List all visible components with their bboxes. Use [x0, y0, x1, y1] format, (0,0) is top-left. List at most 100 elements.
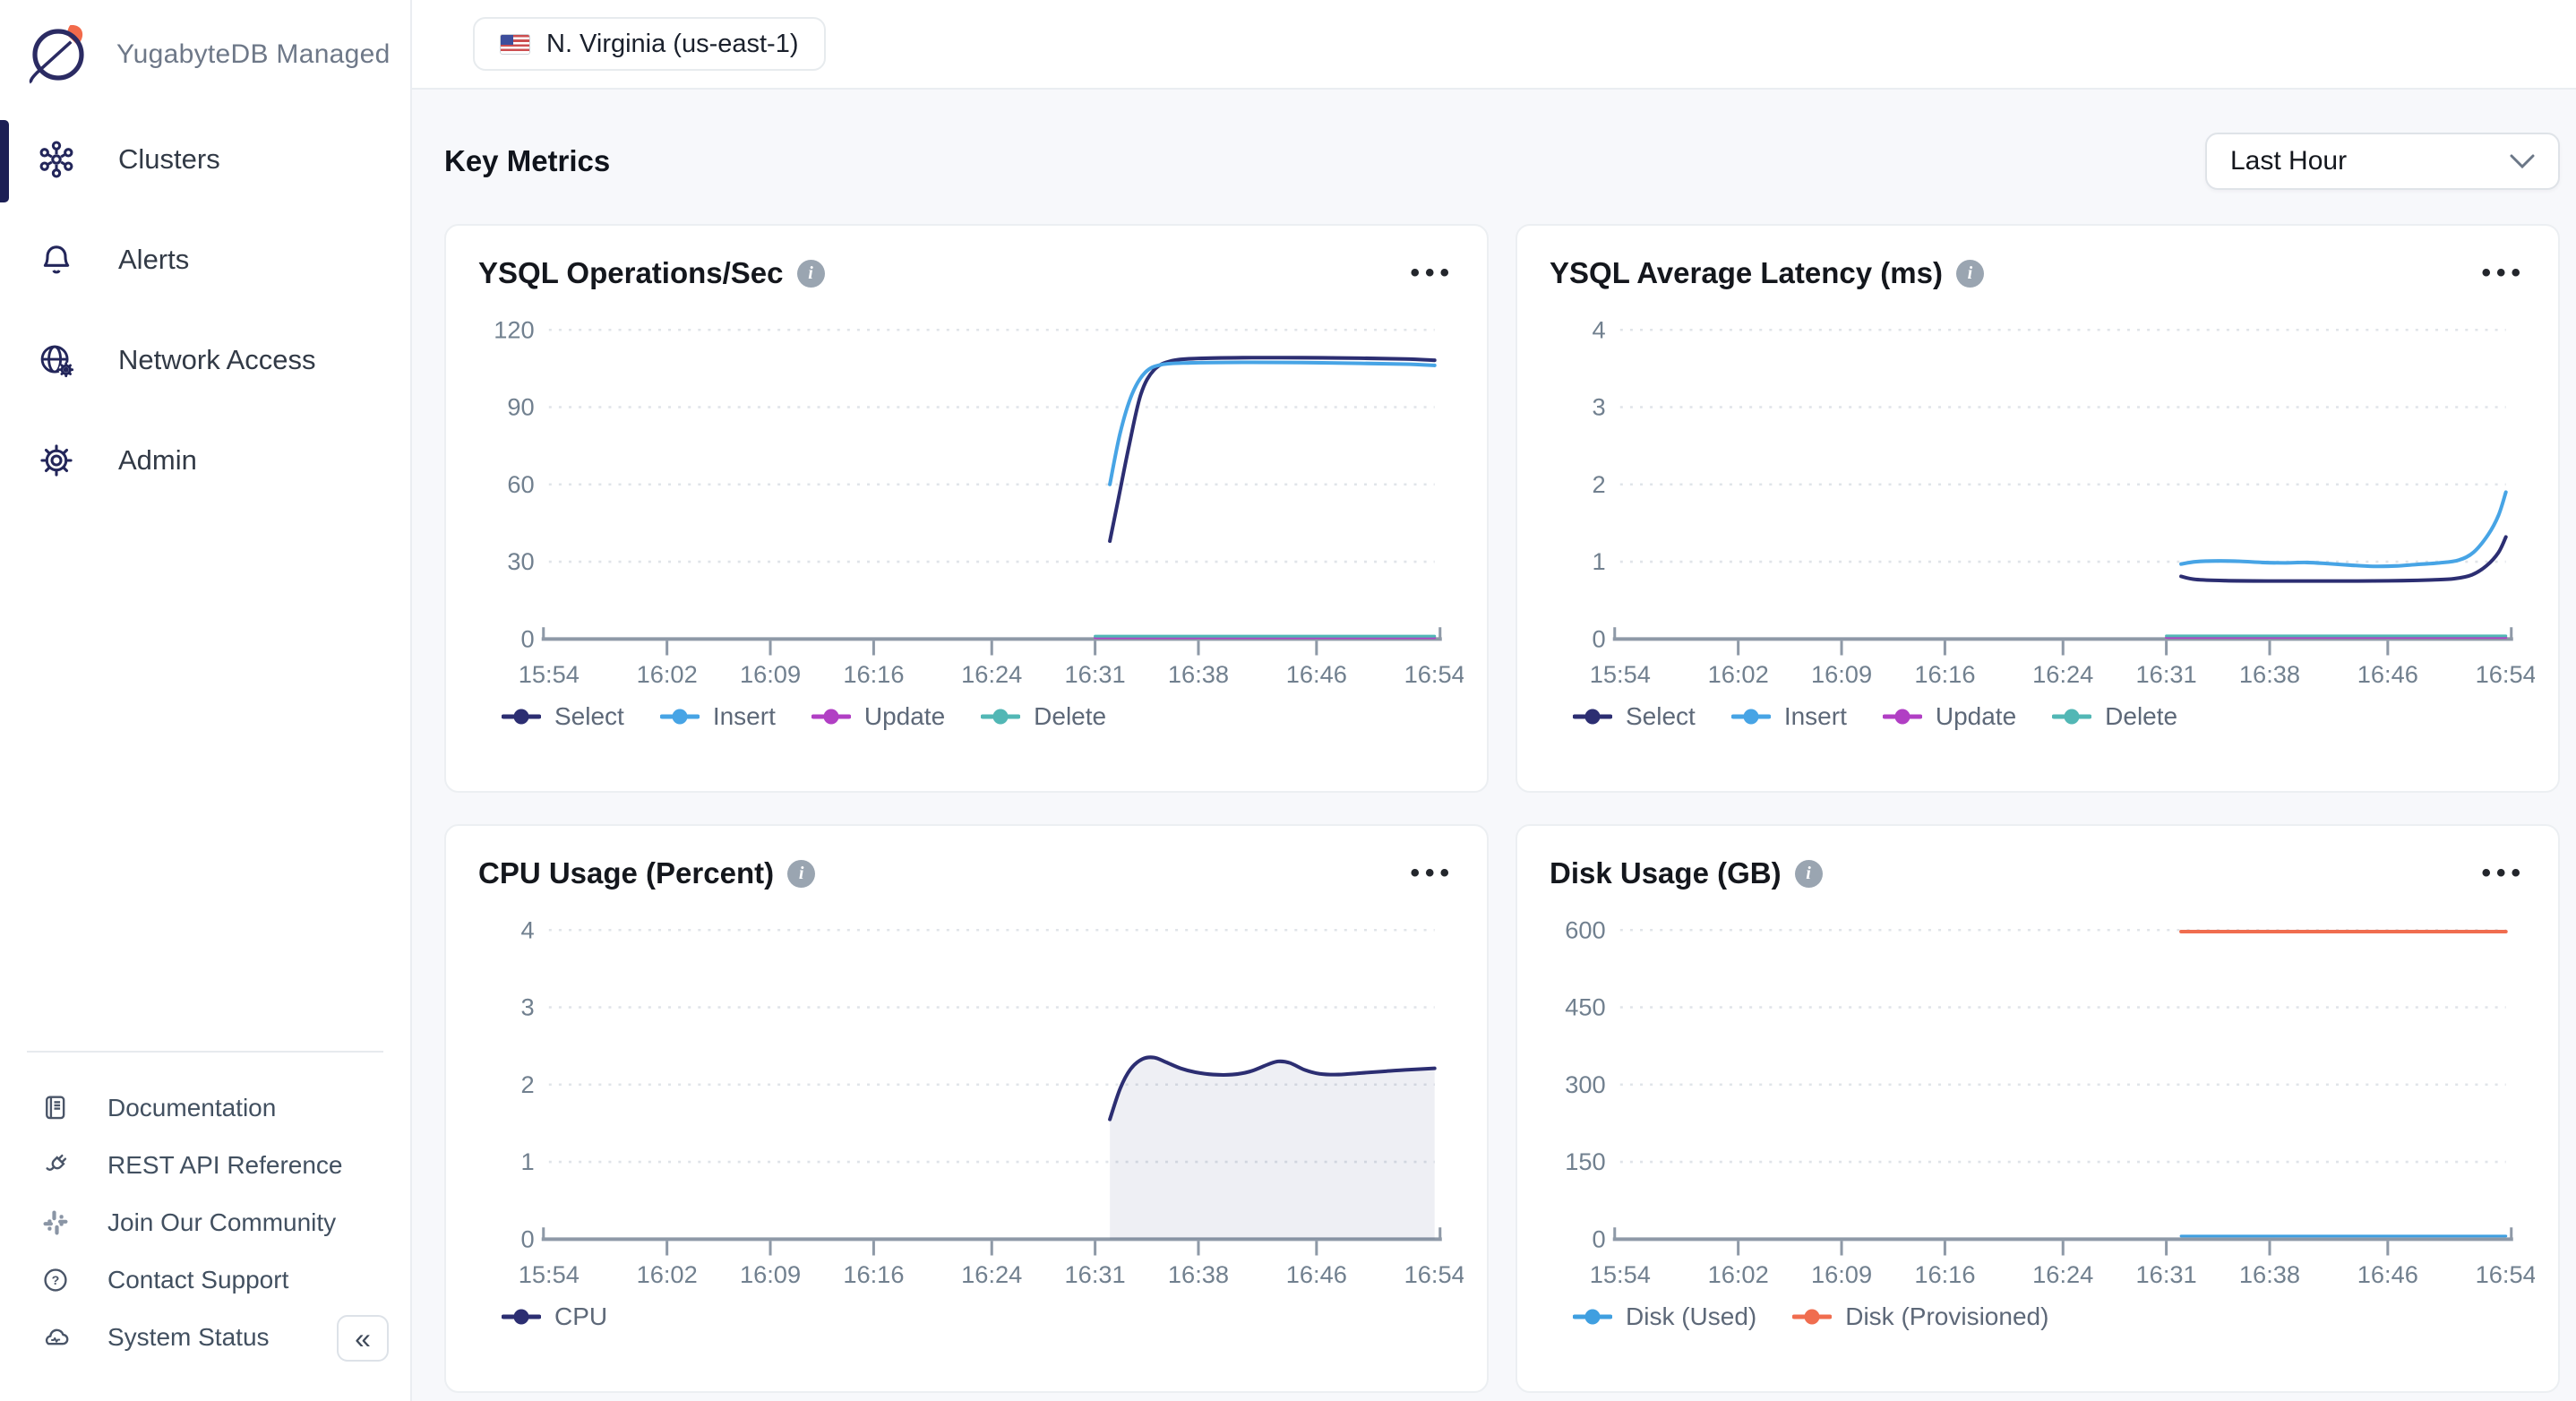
card-ysql-latency: YSQL Average Latency (ms) i ••• 0123415:…	[1516, 224, 2560, 793]
svg-text:3: 3	[521, 993, 535, 1021]
svg-text:0: 0	[521, 1225, 535, 1252]
info-icon[interactable]: i	[1795, 860, 1823, 888]
card-menu-button[interactable]: •••	[1410, 860, 1455, 887]
svg-text:60: 60	[507, 470, 534, 498]
chart-title: CPU Usage (Percent)	[478, 856, 774, 890]
primary-nav: Clusters Alerts	[0, 109, 410, 511]
legend-label: Select	[554, 702, 624, 731]
topbar: N. Virginia (us-east-1)	[412, 0, 2576, 90]
svg-text:16:02: 16:02	[637, 1260, 698, 1288]
chart-ysql-operations: 030609012015:5416:0216:0916:1616:2416:31…	[469, 306, 1464, 697]
time-range-value: Last Hour	[2230, 146, 2347, 176]
time-range-select[interactable]: Last Hour	[2205, 133, 2560, 190]
clusters-icon	[36, 139, 77, 180]
svg-text:300: 300	[1565, 1070, 1605, 1098]
sidebar-item-alerts[interactable]: Alerts	[0, 210, 410, 310]
sidebar-item-join-our-community[interactable]: Join Our Community	[0, 1194, 410, 1251]
sidebar-item-documentation[interactable]: Documentation	[0, 1079, 410, 1137]
brand-logo-icon	[23, 20, 93, 90]
legend-label: Disk (Provisioned)	[1845, 1302, 2048, 1331]
svg-text:16:54: 16:54	[1404, 1260, 1464, 1288]
svg-text:15:54: 15:54	[1590, 660, 1651, 688]
legend-item-cpu[interactable]: CPU	[502, 1302, 607, 1331]
legend-item-insert[interactable]: Insert	[1731, 702, 1847, 731]
svg-text:16:46: 16:46	[2357, 660, 2418, 688]
svg-text:16:02: 16:02	[1708, 1260, 1769, 1288]
brand-name: YugabyteDB Managed	[116, 39, 391, 70]
card-ysql-operations: YSQL Operations/Sec i ••• 030609012015:5…	[444, 224, 1489, 793]
svg-text:16:16: 16:16	[1914, 660, 1975, 688]
collapse-sidebar-button[interactable]: «	[337, 1315, 389, 1362]
legend-item-select[interactable]: Select	[502, 702, 624, 731]
card-cpu-usage: CPU Usage (Percent) i ••• 0123415:5416:0…	[444, 824, 1489, 1393]
legend-item-delete[interactable]: Delete	[981, 702, 1106, 731]
system-status-cloud-icon	[39, 1321, 72, 1354]
card-header: YSQL Operations/Sec i •••	[446, 226, 1487, 290]
chart-legend: Select Insert Update Delete	[446, 702, 1487, 731]
brand: YugabyteDB Managed	[23, 20, 391, 90]
chart-legend: CPU	[446, 1302, 1487, 1331]
legend-marker-icon	[1792, 1309, 1832, 1325]
legend-marker-icon	[981, 709, 1020, 725]
svg-text:2: 2	[521, 1070, 535, 1098]
svg-text:16:38: 16:38	[1168, 1260, 1229, 1288]
legend-item-disk-provisioned[interactable]: Disk (Provisioned)	[1792, 1302, 2048, 1331]
sidebar-item-contact-support[interactable]: ? Contact Support	[0, 1251, 410, 1309]
sidebar-footer-label: System Status	[107, 1323, 270, 1352]
region-chip[interactable]: N. Virginia (us-east-1)	[473, 17, 826, 71]
info-icon[interactable]: i	[797, 260, 825, 288]
card-menu-button[interactable]: •••	[1410, 260, 1455, 287]
sidebar-item-rest-api-reference[interactable]: REST API Reference	[0, 1137, 410, 1194]
svg-text:90: 90	[507, 393, 534, 421]
legend-label: Insert	[1784, 702, 1847, 731]
svg-text:16:46: 16:46	[1286, 1260, 1347, 1288]
legend-item-delete[interactable]: Delete	[2052, 702, 2177, 731]
info-icon[interactable]: i	[787, 860, 815, 888]
svg-text:16:09: 16:09	[1811, 1260, 1872, 1288]
legend-marker-icon	[1731, 709, 1771, 725]
svg-text:0: 0	[521, 624, 535, 652]
card-header: Disk Usage (GB) i •••	[1517, 826, 2558, 890]
legend-item-update[interactable]: Update	[1883, 702, 2016, 731]
legend-label: Disk (Used)	[1626, 1302, 1756, 1331]
sidebar-item-label: Network Access	[118, 344, 316, 376]
rest-api-plug-icon	[39, 1149, 72, 1182]
svg-text:1: 1	[1593, 547, 1606, 575]
svg-text:16:31: 16:31	[1065, 660, 1126, 688]
chart-disk-usage: 015030045060015:5416:0216:0916:1616:2416…	[1541, 907, 2535, 1297]
svg-text:16:16: 16:16	[843, 660, 904, 688]
svg-text:15:54: 15:54	[519, 660, 580, 688]
svg-text:16:09: 16:09	[740, 1260, 801, 1288]
card-header: YSQL Average Latency (ms) i •••	[1517, 226, 2558, 290]
legend-item-disk-used[interactable]: Disk (Used)	[1573, 1302, 1756, 1331]
chart-cpu-usage: 0123415:5416:0216:0916:1616:2416:3116:38…	[469, 907, 1464, 1297]
documentation-book-icon	[39, 1092, 72, 1124]
chart-title: Disk Usage (GB)	[1550, 856, 1782, 890]
legend-marker-icon	[502, 1309, 541, 1325]
chart-title: YSQL Average Latency (ms)	[1550, 256, 1943, 290]
svg-text:30: 30	[507, 547, 534, 575]
legend-item-insert[interactable]: Insert	[660, 702, 776, 731]
svg-text:16:24: 16:24	[2032, 1260, 2093, 1288]
legend-marker-icon	[502, 709, 541, 725]
legend-marker-icon	[2052, 709, 2091, 725]
legend-item-update[interactable]: Update	[811, 702, 945, 731]
card-menu-button[interactable]: •••	[2481, 860, 2526, 887]
legend-item-select[interactable]: Select	[1573, 702, 1696, 731]
sidebar-item-network-access[interactable]: Network Access	[0, 310, 410, 410]
community-slack-icon	[39, 1207, 72, 1239]
sidebar-item-clusters[interactable]: Clusters	[0, 109, 410, 210]
legend-label: Insert	[713, 702, 776, 731]
legend-label: Update	[864, 702, 945, 731]
region-chip-label: N. Virginia (us-east-1)	[546, 30, 799, 59]
us-flag-icon	[500, 34, 530, 55]
card-menu-button[interactable]: •••	[2481, 260, 2526, 287]
svg-text:16:02: 16:02	[637, 660, 698, 688]
svg-text:16:09: 16:09	[1811, 660, 1872, 688]
svg-text:0: 0	[1593, 624, 1606, 652]
info-icon[interactable]: i	[1956, 260, 1984, 288]
page-title: Key Metrics	[444, 144, 610, 178]
sidebar-item-admin[interactable]: Admin	[0, 410, 410, 511]
chevron-down-icon	[2510, 154, 2535, 169]
svg-text:16:46: 16:46	[2357, 1260, 2418, 1288]
